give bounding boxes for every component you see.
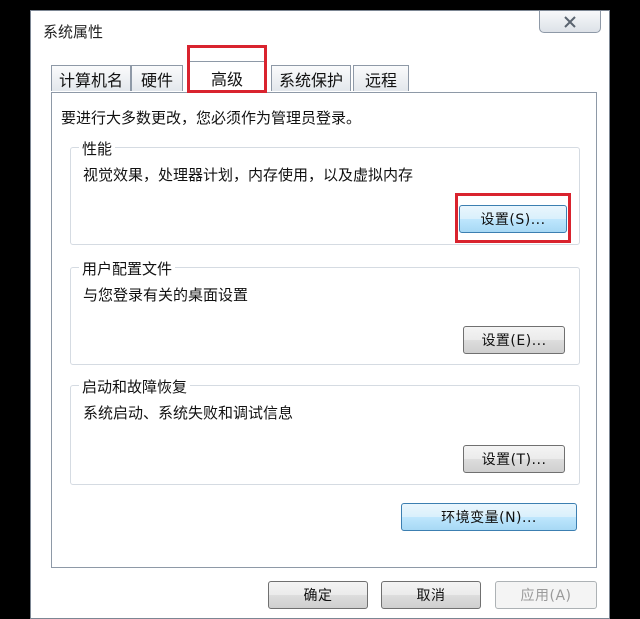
apply-button[interactable]: 应用(A) [495,581,597,609]
user-profiles-title: 用户配置文件 [79,258,176,279]
user-profiles-settings-button[interactable]: 设置(E)... [463,326,565,354]
cancel-button[interactable]: 取消 [381,581,481,609]
startup-recovery-title: 启动和故障恢复 [79,376,191,397]
startup-recovery-settings-button[interactable]: 设置(T)... [463,445,565,473]
tab-computer-name[interactable]: 计算机名 [51,65,131,91]
user-profiles-group: 用户配置文件 与您登录有关的桌面设置 设置(E)... [70,258,580,365]
performance-title: 性能 [79,138,116,159]
close-icon [564,15,576,28]
performance-group: 性能 视觉效果，处理器计划，内存使用，以及虚拟内存 设置(S)... [70,138,580,245]
button-label: 确定 [303,588,333,604]
startup-recovery-group: 启动和故障恢复 系统启动、系统失败和调试信息 设置(T)... [70,376,580,485]
button-label: 设置(S)... [480,212,546,228]
screen: 系统属性 计算机名 硬件 高级 系统保护 远程 要进行大多数更改，您必须作为管理… [0,0,640,619]
ok-button[interactable]: 确定 [268,581,368,609]
button-label: 应用(A) [520,588,572,604]
button-label: 设置(T)... [481,452,547,468]
performance-description: 视觉效果，处理器计划，内存使用，以及虚拟内存 [83,166,414,184]
tab-label: 系统保护 [278,70,343,90]
performance-settings-button[interactable]: 设置(S)... [459,205,567,233]
tab-label: 远程 [364,70,397,90]
window-title: 系统属性 [43,23,104,41]
button-label: 设置(E)... [481,333,547,349]
user-profiles-description: 与您登录有关的桌面设置 [83,286,249,304]
button-label: 取消 [416,588,446,604]
tab-label: 计算机名 [58,70,123,90]
startup-recovery-description: 系统启动、系统失败和调试信息 [83,404,294,422]
tab-label: 高级 [210,69,243,89]
tab-remote[interactable]: 远程 [353,65,409,91]
tab-label: 硬件 [140,70,173,90]
button-label: 环境变量(N)... [441,510,537,526]
tab-hardware[interactable]: 硬件 [131,65,183,91]
title-bar[interactable]: 系统属性 [31,11,609,51]
close-button[interactable] [539,11,601,33]
admin-notice: 要进行大多数更改，您必须作为管理员登录。 [61,109,362,127]
environment-variables-button[interactable]: 环境变量(N)... [401,503,577,531]
tab-system-protection[interactable]: 系统保护 [271,65,351,91]
system-properties-dialog: 系统属性 计算机名 硬件 高级 系统保护 远程 要进行大多数更改，您必须作为管理… [30,10,610,619]
tab-advanced[interactable]: 高级 [187,61,267,93]
